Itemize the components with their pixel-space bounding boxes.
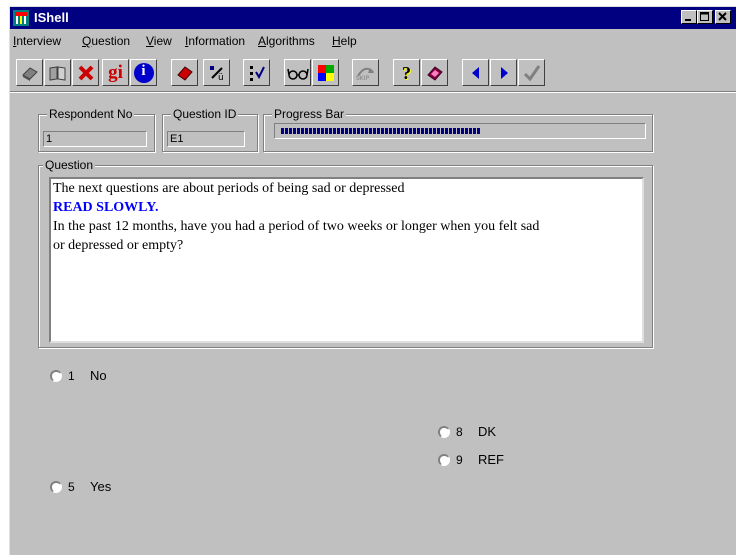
radio-button[interactable] (438, 425, 450, 438)
question-text-box: The next questions are about periods of … (49, 177, 644, 343)
progress-bar (274, 123, 646, 139)
color-grid-button[interactable] (312, 59, 339, 86)
question-group: Question The next questions are about pe… (38, 158, 653, 348)
close-icon (718, 12, 727, 21)
previous-arrow-icon (471, 66, 479, 79)
checklist-button[interactable] (243, 59, 270, 86)
eraser-icon (176, 65, 193, 81)
open-book-button[interactable] (44, 59, 71, 86)
percent-icon: ü (209, 65, 224, 83)
option-label: No (90, 368, 107, 383)
minimize-button[interactable] (681, 10, 697, 24)
color-grid-icon (317, 64, 334, 81)
checklist-icon (249, 65, 265, 81)
question-id-label: Question ID (171, 107, 239, 121)
option-code: 8 (456, 424, 463, 439)
respondent-group: Respondent No 1 (38, 107, 155, 152)
menu-question[interactable]: Question (82, 34, 130, 48)
previous-button[interactable] (462, 59, 489, 86)
question-label: Question (43, 158, 96, 172)
option-label: Yes (90, 479, 112, 494)
respondent-field: 1 (43, 131, 147, 147)
gi-button[interactable]: gi (102, 59, 129, 86)
question-id-group: Question ID E1 (162, 107, 258, 152)
confirm-button[interactable] (518, 59, 545, 86)
progress-fill (281, 128, 481, 134)
maximize-button[interactable] (697, 10, 713, 24)
checkmark-icon (523, 64, 540, 81)
next-button[interactable] (490, 59, 517, 86)
svg-text:ü: ü (218, 73, 224, 83)
menu-view[interactable]: View (146, 34, 172, 48)
question-instruction: READ SLOWLY. (53, 200, 159, 215)
answer-option-dk[interactable]: 8 DK (438, 424, 496, 439)
toolbar: gi i ü SKIP ? (10, 53, 736, 93)
menu-algorithms[interactable]: Algorithms (258, 34, 315, 48)
eraser-button[interactable] (171, 59, 198, 86)
menu-help[interactable]: Help (332, 34, 357, 48)
radio-button[interactable] (50, 369, 62, 382)
gi-icon: gi (108, 61, 123, 83)
book-icon (21, 66, 38, 81)
menu-interview[interactable]: Interview (13, 34, 61, 48)
menu-information[interactable]: Information (185, 34, 245, 48)
question-line: The next questions are about periods of … (53, 181, 405, 196)
book-button[interactable] (16, 59, 43, 86)
answer-option-ref[interactable]: 9 REF (438, 452, 504, 467)
question-line: or depressed or empty? (53, 238, 184, 253)
next-arrow-icon (500, 66, 508, 79)
toolbar-divider (10, 91, 736, 93)
question-line: In the past 12 months, have you had a pe… (53, 219, 540, 234)
info-button[interactable]: i (130, 59, 157, 86)
question-id-field: E1 (167, 131, 245, 147)
answer-option-no[interactable]: 1 No (50, 368, 107, 383)
delete-button[interactable] (72, 59, 99, 86)
radio-button[interactable] (438, 453, 450, 466)
help-icon: ? (402, 62, 411, 83)
app-icon (13, 10, 29, 26)
glasses-icon (286, 68, 309, 80)
option-code: 9 (456, 452, 463, 467)
progress-group: Progress Bar (263, 107, 653, 152)
option-label: DK (478, 424, 497, 439)
bookmark-button[interactable] (421, 59, 448, 86)
delete-x-icon (78, 65, 93, 80)
bookmark-icon (426, 65, 443, 81)
close-button[interactable] (715, 10, 731, 24)
answer-option-yes[interactable]: 5 Yes (50, 479, 111, 494)
ishell-window: IShell Interview Question View Informati… (9, 6, 736, 555)
option-code: 5 (68, 479, 75, 494)
option-label: REF (478, 452, 504, 467)
skip-button[interactable]: SKIP (352, 59, 379, 86)
percent-button[interactable]: ü (203, 59, 230, 86)
title-bar: IShell (10, 7, 736, 29)
progress-label: Progress Bar (272, 107, 347, 121)
maximize-icon (700, 12, 709, 21)
respondent-label: Respondent No (47, 107, 135, 121)
minimize-icon (685, 19, 691, 21)
radio-button[interactable] (50, 480, 62, 493)
glasses-button[interactable] (284, 59, 311, 86)
option-code: 1 (68, 368, 75, 383)
open-book-icon (49, 65, 65, 81)
window-title: IShell (34, 10, 69, 25)
menu-bar: Interview Question View Information Algo… (10, 31, 736, 51)
help-button[interactable]: ? (393, 59, 420, 86)
